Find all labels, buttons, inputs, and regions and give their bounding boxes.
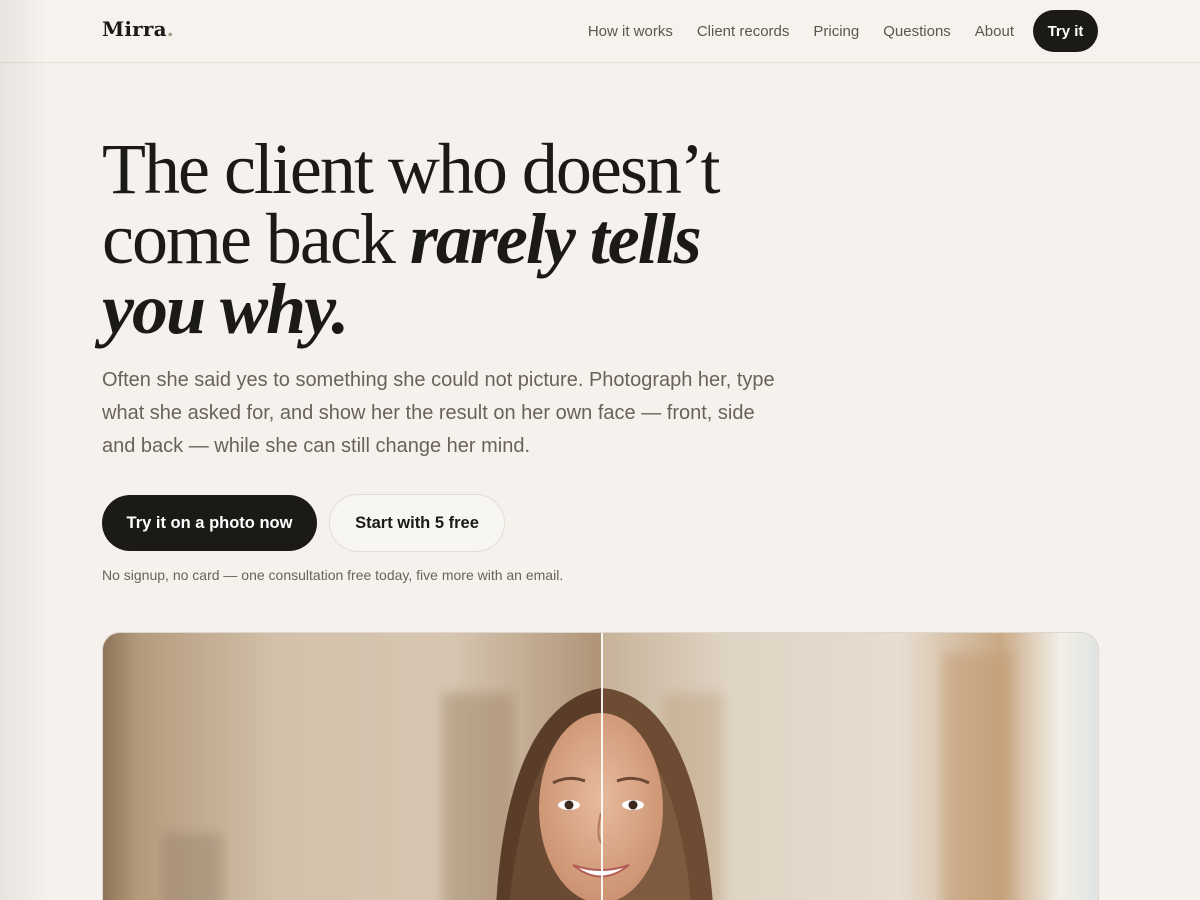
try-on-photo-button[interactable]: Try it on a photo now <box>102 495 317 551</box>
nav-link-about[interactable]: About <box>975 23 1014 40</box>
nav-link-how-it-works[interactable]: How it works <box>588 23 673 40</box>
nav-link-pricing[interactable]: Pricing <box>813 23 859 40</box>
page-edge-shadow <box>0 0 48 900</box>
main-nav: How it works Client records Pricing Ques… <box>588 0 1014 62</box>
logo-dot: . <box>166 17 174 41</box>
nav-link-questions[interactable]: Questions <box>883 23 951 40</box>
comparison-divider[interactable] <box>601 633 603 900</box>
headline-line-2b: rarely tells <box>409 199 702 279</box>
logo-text: Mirra <box>102 17 167 41</box>
hero-description: Often she said yes to something she coul… <box>102 369 775 457</box>
try-it-button[interactable]: Try it <box>1033 10 1098 52</box>
headline-line-1: The client who doesn’t <box>102 129 721 209</box>
logo[interactable]: Mirra. <box>102 17 174 41</box>
headline-line-2a: come back <box>102 199 410 279</box>
hero-headline: The client who doesn’t come back rarely … <box>102 133 822 345</box>
nav-link-client-records[interactable]: Client records <box>697 23 790 40</box>
headline-line-3: you why. <box>102 269 349 349</box>
start-free-button[interactable]: Start with 5 free <box>329 494 505 552</box>
before-after-comparison[interactable] <box>102 632 1099 900</box>
site-header: Mirra. How it works Client records Prici… <box>0 0 1200 63</box>
signup-note: No signup, no card — one consultation fr… <box>102 567 564 583</box>
